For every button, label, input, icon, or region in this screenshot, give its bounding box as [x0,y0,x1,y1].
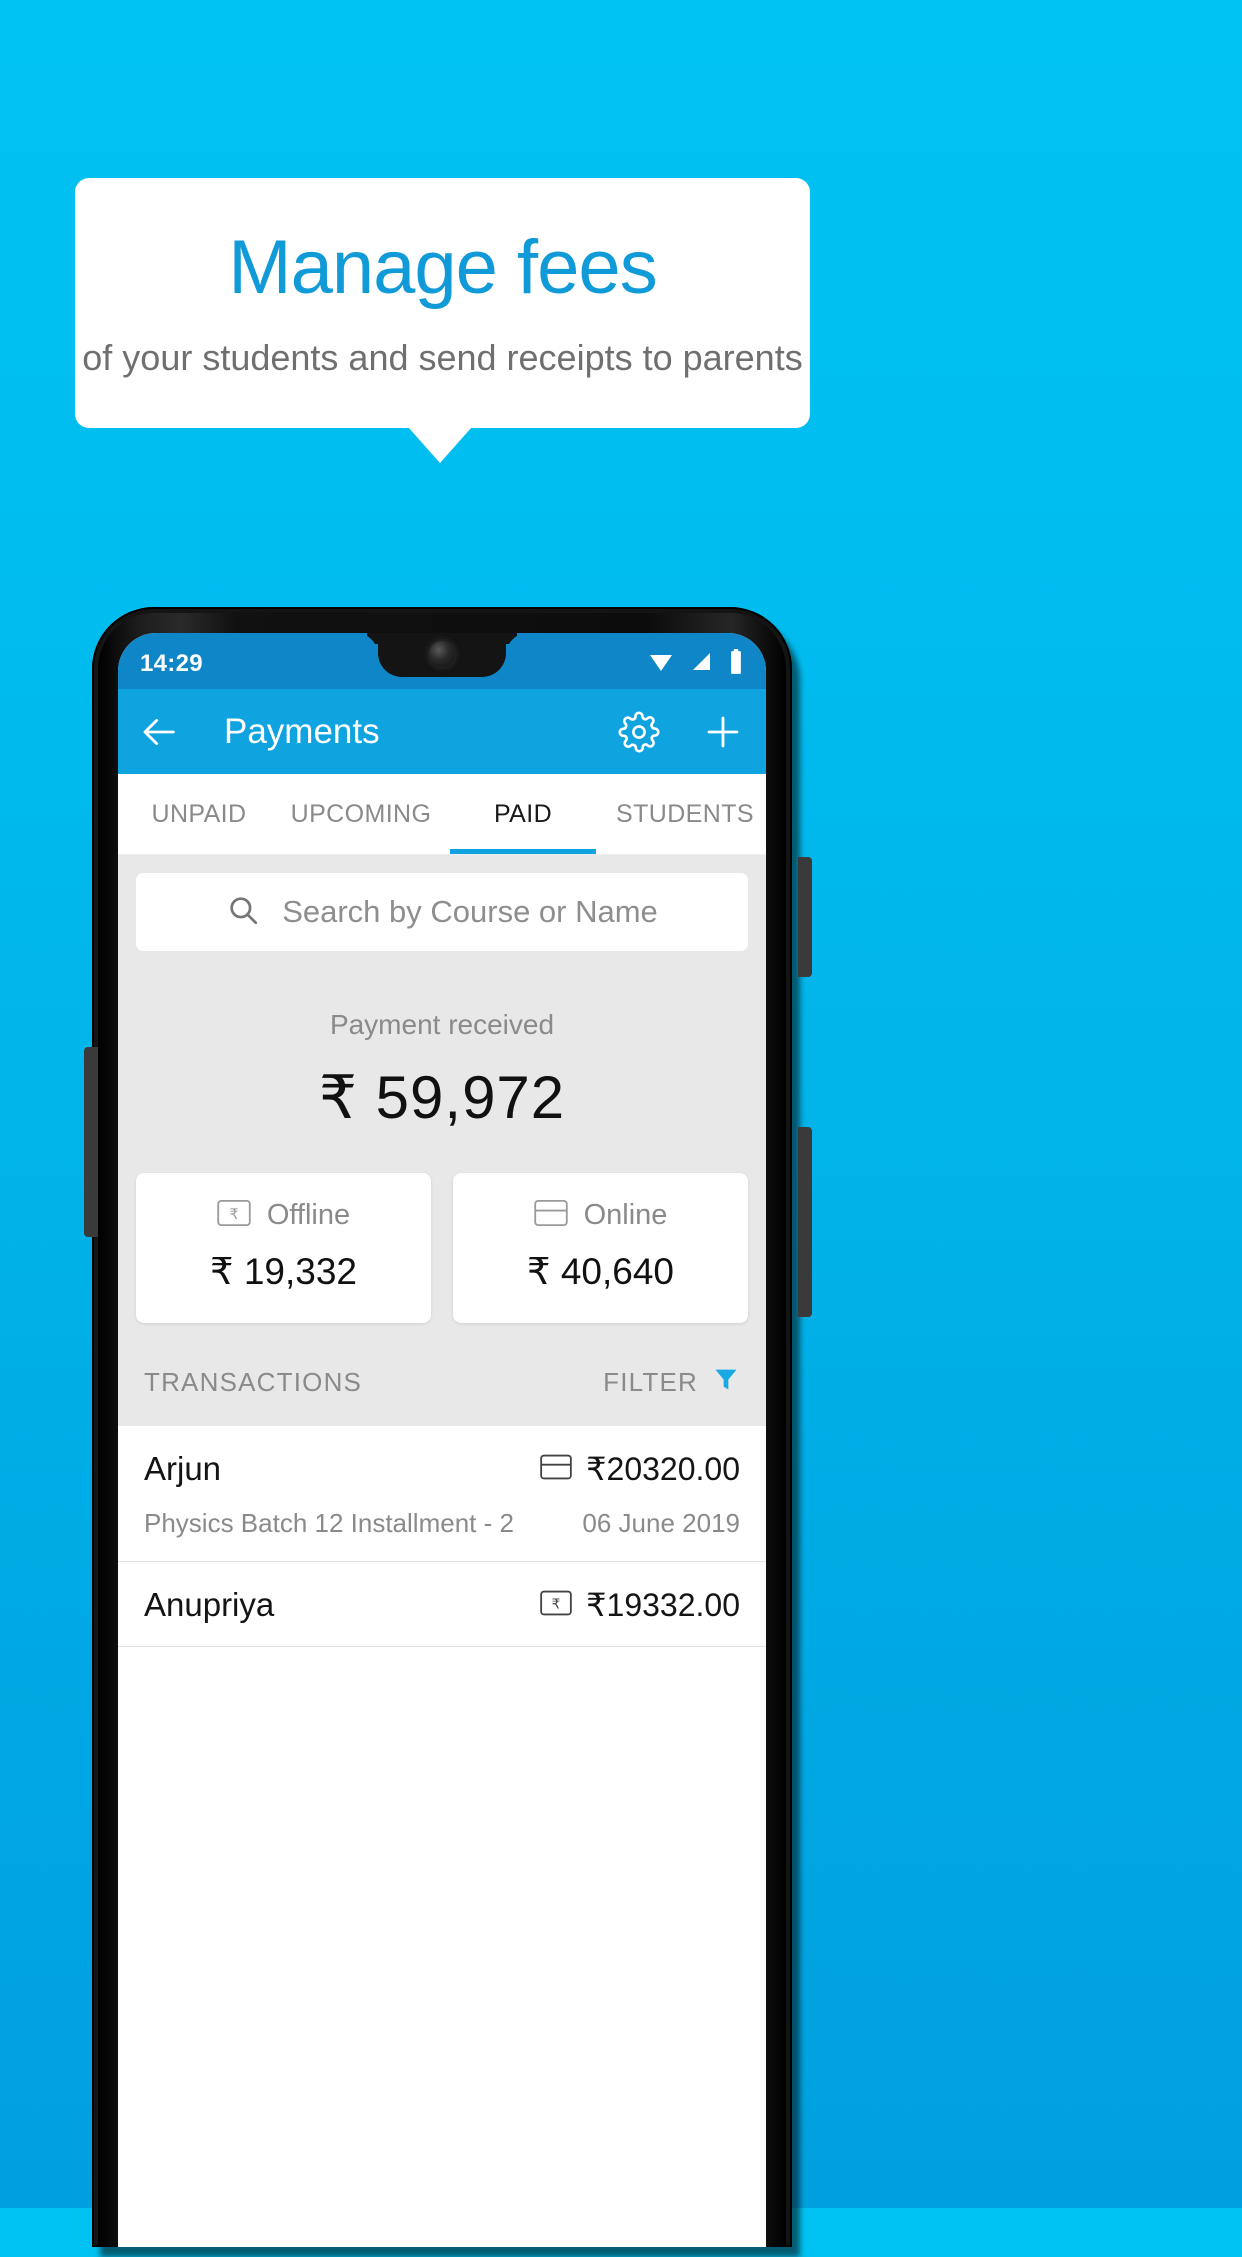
transactions-list: Arjun ₹20320.00 Physics Batch 12 Install… [118,1426,766,1647]
promo-card-tail [408,427,472,463]
funnel-icon [712,1365,740,1400]
tab-upcoming[interactable]: UPCOMING [280,774,442,854]
transaction-amount: ₹19332.00 [586,1587,740,1623]
add-plus-icon[interactable] [702,711,744,753]
transaction-name: Anupriya [144,1586,275,1623]
transaction-amount-group: ₹20320.00 [540,1450,740,1488]
transactions-label: TRANSACTIONS [144,1367,363,1397]
rupee-note-icon: ₹ [217,1199,251,1232]
tab-bar: UNPAID UPCOMING PAID STUDENTS [118,774,766,855]
tab-unpaid[interactable]: UNPAID [118,774,280,854]
credit-card-icon [540,1451,572,1488]
search-input[interactable]: Search by Course or Name [136,873,748,951]
tab-students[interactable]: STUDENTS [604,774,766,854]
search-placeholder: Search by Course or Name [282,894,658,929]
paid-tab-content: Search by Course or Name Payment receive… [118,855,766,1647]
rupee-note-icon: ₹ [540,1587,572,1624]
payment-received-label: Payment received [329,1009,555,1040]
svg-text:₹: ₹ [229,1206,238,1223]
online-payment-card[interactable]: Online ₹ 40,640 [453,1173,748,1323]
filter-label: FILTER [603,1367,698,1397]
filter-button[interactable]: FILTER [603,1365,740,1400]
phone-screen: 14:29 Payments UNPAID UPCOMING PAID STUD… [118,633,766,2247]
transaction-description: Physics Batch 12 Installment - 2 [144,1508,514,1538]
phone-volume-button-left[interactable] [84,1047,98,1237]
phone-volume-button-right[interactable] [798,1127,812,1317]
search-icon [226,893,260,932]
transaction-amount: ₹20320.00 [586,1451,740,1487]
phone-power-button[interactable] [798,857,812,977]
payment-received-amount: ₹ 59,972 [318,1064,566,1131]
status-bar-icons [646,648,744,680]
online-card-header: Online [453,1199,748,1232]
tab-paid[interactable]: PAID [442,774,604,854]
offline-card-amount: ₹ 19,332 [210,1251,357,1292]
wifi-icon [646,650,676,679]
search-container: Search by Course or Name [118,855,766,951]
offline-card-label: Offline [266,1199,351,1231]
battery-icon [728,648,744,680]
transaction-name: Arjun [144,1450,222,1487]
offline-payment-card[interactable]: ₹ Offline ₹ 19,332 [136,1173,431,1323]
svg-text:₹: ₹ [552,1596,561,1612]
offline-card-header: ₹ Offline [136,1199,431,1232]
promo-card: Manage fees of your students and send re… [75,178,810,428]
transaction-date: 06 June 2019 [582,1508,740,1538]
phone-notch [378,633,506,677]
promo-subtitle: of your students and send receipts to pa… [82,337,803,378]
status-bar-time: 14:29 [140,650,203,677]
transactions-header: TRANSACTIONS FILTER [118,1323,766,1426]
transaction-row-primary: Anupriya ₹ ₹19332.00 [144,1586,740,1624]
app-bar: Payments [118,689,766,774]
phone-mockup: 14:29 Payments UNPAID UPCOMING PAID STUD… [84,607,812,2257]
table-row[interactable]: Anupriya ₹ ₹19332.00 [118,1562,766,1647]
payment-method-cards: ₹ Offline ₹ 19,332 Online ₹ 40,640 [118,1133,766,1323]
signal-icon [689,650,715,679]
transaction-row-primary: Arjun ₹20320.00 [144,1450,740,1488]
online-card-label: Online [583,1199,668,1231]
front-camera-icon [429,641,455,667]
credit-card-icon [533,1199,568,1232]
app-bar-title: Payments [224,711,380,751]
transaction-amount-group: ₹ ₹19332.00 [540,1586,740,1624]
table-row[interactable]: Arjun ₹20320.00 Physics Batch 12 Install… [118,1426,766,1562]
transaction-row-secondary: Physics Batch 12 Installment - 2 06 June… [144,1508,740,1539]
settings-gear-icon[interactable] [618,710,660,753]
online-card-amount: ₹ 40,640 [527,1251,674,1292]
promo-title: Manage fees [228,225,657,310]
payment-summary: Payment received ₹ 59,972 [118,951,766,1133]
back-arrow-icon[interactable] [140,712,180,752]
